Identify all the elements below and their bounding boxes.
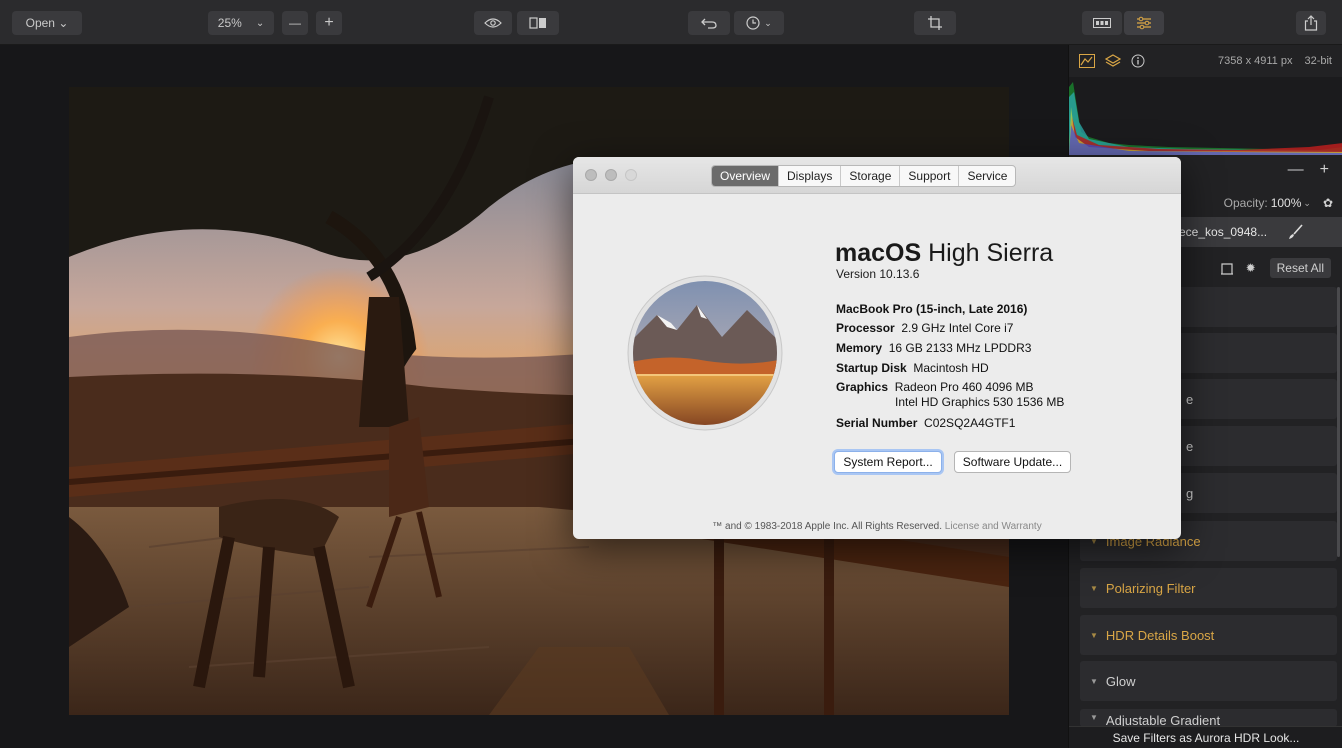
os-name: macOS High Sierra (835, 239, 1053, 268)
graphics-row: Graphics Radeon Pro 460 4096 MB (836, 380, 1033, 394)
system-report-button[interactable]: System Report... (834, 451, 942, 473)
app-window: Open ⌄ 25% ⌄ — + ⌄ 7358 x 4911 px 32-bit… (0, 0, 1342, 748)
filter-glow[interactable]: ▼ Glow (1080, 661, 1337, 701)
panel-header: 7358 x 4911 px 32-bit (1069, 45, 1342, 77)
split-view-icon (529, 17, 546, 29)
chevron-down-icon: ⌄ (1303, 197, 1311, 208)
filter-label: Polarizing Filter (1105, 580, 1196, 596)
zoom-out-button[interactable]: — (282, 11, 308, 35)
preview-eye-button[interactable] (474, 11, 512, 35)
filter-label: HDR Details Boost (1105, 627, 1215, 643)
histogram-icon[interactable] (1079, 54, 1095, 68)
tab-support[interactable]: Support (899, 166, 958, 186)
copyright-text: ™ and © 1983-2018 Apple Inc. All Rights … (712, 521, 943, 532)
filter-section-partial-label: e (1186, 391, 1194, 407)
os-brand: macOS (835, 239, 922, 267)
startup-disk-value: Macintosh HD (913, 361, 989, 375)
share-icon (1304, 15, 1318, 31)
undo-button[interactable] (688, 11, 730, 35)
chevron-down-icon: ⌄ (255, 17, 265, 29)
model-text: MacBook Pro (15-inch, Late 2016) (836, 302, 1028, 316)
tab-displays[interactable]: Displays (778, 166, 840, 186)
settings-icon[interactable]: ✹ (1246, 261, 1256, 275)
software-update-button[interactable]: Software Update... (954, 451, 1071, 473)
startup-disk-row: Startup Disk Macintosh HD (836, 361, 989, 375)
memory-row: Memory 16 GB 2133 MHz LPDDR3 (836, 341, 1031, 355)
serial-label: Serial Number (836, 416, 918, 430)
reset-all-button[interactable]: Reset All (1269, 258, 1331, 278)
compare-button[interactable] (517, 11, 559, 35)
caret-down-icon: ▼ (1090, 676, 1098, 686)
processor-row: Processor 2.9 GHz Intel Core i7 (836, 321, 1013, 335)
save-filters-button[interactable]: Save Filters as Aurora HDR Look... (1069, 726, 1342, 748)
tab-service[interactable]: Service (958, 166, 1015, 186)
eye-icon (484, 18, 502, 28)
minimize-button[interactable] (605, 169, 617, 181)
dialog-titlebar: Overview Displays Storage Support Servic… (573, 157, 1181, 194)
image-size: 7358 x 4911 px (1218, 55, 1293, 67)
dialog-tabs: Overview Displays Storage Support Servic… (711, 165, 1017, 187)
filmstrip-icon (1093, 18, 1111, 28)
remove-layer-button[interactable]: — (1288, 161, 1304, 179)
caret-down-icon: ▼ (1090, 630, 1098, 640)
layers-icon[interactable] (1105, 54, 1121, 68)
serial-value: C02SQ2A4GTF1 (924, 416, 1016, 430)
about-this-mac-window: Overview Displays Storage Support Servic… (573, 157, 1181, 539)
license-warranty-link[interactable]: License and Warranty (945, 521, 1042, 532)
layer-name: ece_kos_0948... (1179, 225, 1268, 239)
histogram (1069, 77, 1342, 155)
info-icon[interactable] (1131, 54, 1145, 68)
zoom-value: 25% (217, 16, 242, 30)
panel-scrollbar[interactable] (1337, 287, 1340, 557)
copyright-footer: ™ and © 1983-2018 Apple Inc. All Rights … (573, 521, 1181, 532)
processor-value: 2.9 GHz Intel Core i7 (901, 321, 1014, 335)
tab-overview[interactable]: Overview (712, 166, 779, 186)
filter-hdr-details-boost[interactable]: ▼ HDR Details Boost (1080, 615, 1337, 655)
graphics-value-1: Radeon Pro 460 4096 MB (894, 380, 1034, 394)
share-button[interactable] (1296, 11, 1326, 35)
filter-section-partial-label: g (1186, 485, 1194, 501)
zoom-select[interactable]: 25% ⌄ (208, 11, 274, 35)
adjustments-view-button[interactable] (1124, 11, 1164, 35)
memory-label: Memory (836, 341, 883, 355)
graphics-value-2: Intel HD Graphics 530 1536 MB (895, 395, 1065, 409)
filter-section-partial-label: e (1186, 438, 1194, 454)
undo-icon (701, 18, 717, 29)
filter-adjustable-gradient[interactable]: ▼ Adjustable Gradient (1080, 709, 1337, 727)
zoom-button[interactable] (625, 169, 637, 181)
chevron-down-icon: ⌄ (764, 17, 772, 28)
processor-label: Processor (836, 321, 895, 335)
sliders-icon (1137, 16, 1151, 30)
mask-icon[interactable] (1220, 261, 1234, 275)
opacity-label: Opacity: (1223, 196, 1268, 210)
caret-down-icon: ▼ (1090, 583, 1098, 593)
zoom-in-button[interactable]: + (316, 11, 342, 35)
toolbar: Open ⌄ 25% ⌄ — + ⌄ (0, 0, 1342, 45)
open-button[interactable]: Open ⌄ (12, 11, 82, 35)
filter-label: Adjustable Gradient (1105, 713, 1221, 727)
presets-view-button[interactable] (1082, 11, 1122, 35)
crop-button[interactable] (914, 11, 956, 35)
bit-depth: 32-bit (1304, 55, 1332, 67)
serial-number-row: Serial Number C02SQ2A4GTF1 (836, 416, 1015, 430)
graphics-label: Graphics (836, 380, 889, 394)
startup-disk-label: Startup Disk (836, 361, 907, 375)
memory-value: 16 GB 2133 MHz LPDDR3 (888, 341, 1032, 355)
caret-down-icon: ▼ (1090, 713, 1098, 722)
history-button[interactable]: ⌄ (734, 11, 784, 35)
close-button[interactable] (585, 169, 597, 181)
add-layer-button[interactable]: + (1320, 161, 1329, 179)
tab-storage[interactable]: Storage (840, 166, 899, 186)
os-release-name: High Sierra (928, 239, 1054, 267)
filter-label: Glow (1105, 673, 1136, 689)
model-name: MacBook Pro (15-inch, Late 2016) (836, 302, 1027, 316)
filter-polarizing[interactable]: ▼ Polarizing Filter (1080, 568, 1337, 608)
clock-icon (746, 16, 760, 30)
high-sierra-logo (627, 275, 783, 431)
crop-icon (928, 16, 942, 30)
gear-icon[interactable]: ✿ (1323, 196, 1333, 210)
opacity-value[interactable]: 100% (1271, 196, 1302, 210)
brush-icon[interactable] (1287, 224, 1303, 240)
os-version: Version 10.13.6 (836, 267, 920, 281)
